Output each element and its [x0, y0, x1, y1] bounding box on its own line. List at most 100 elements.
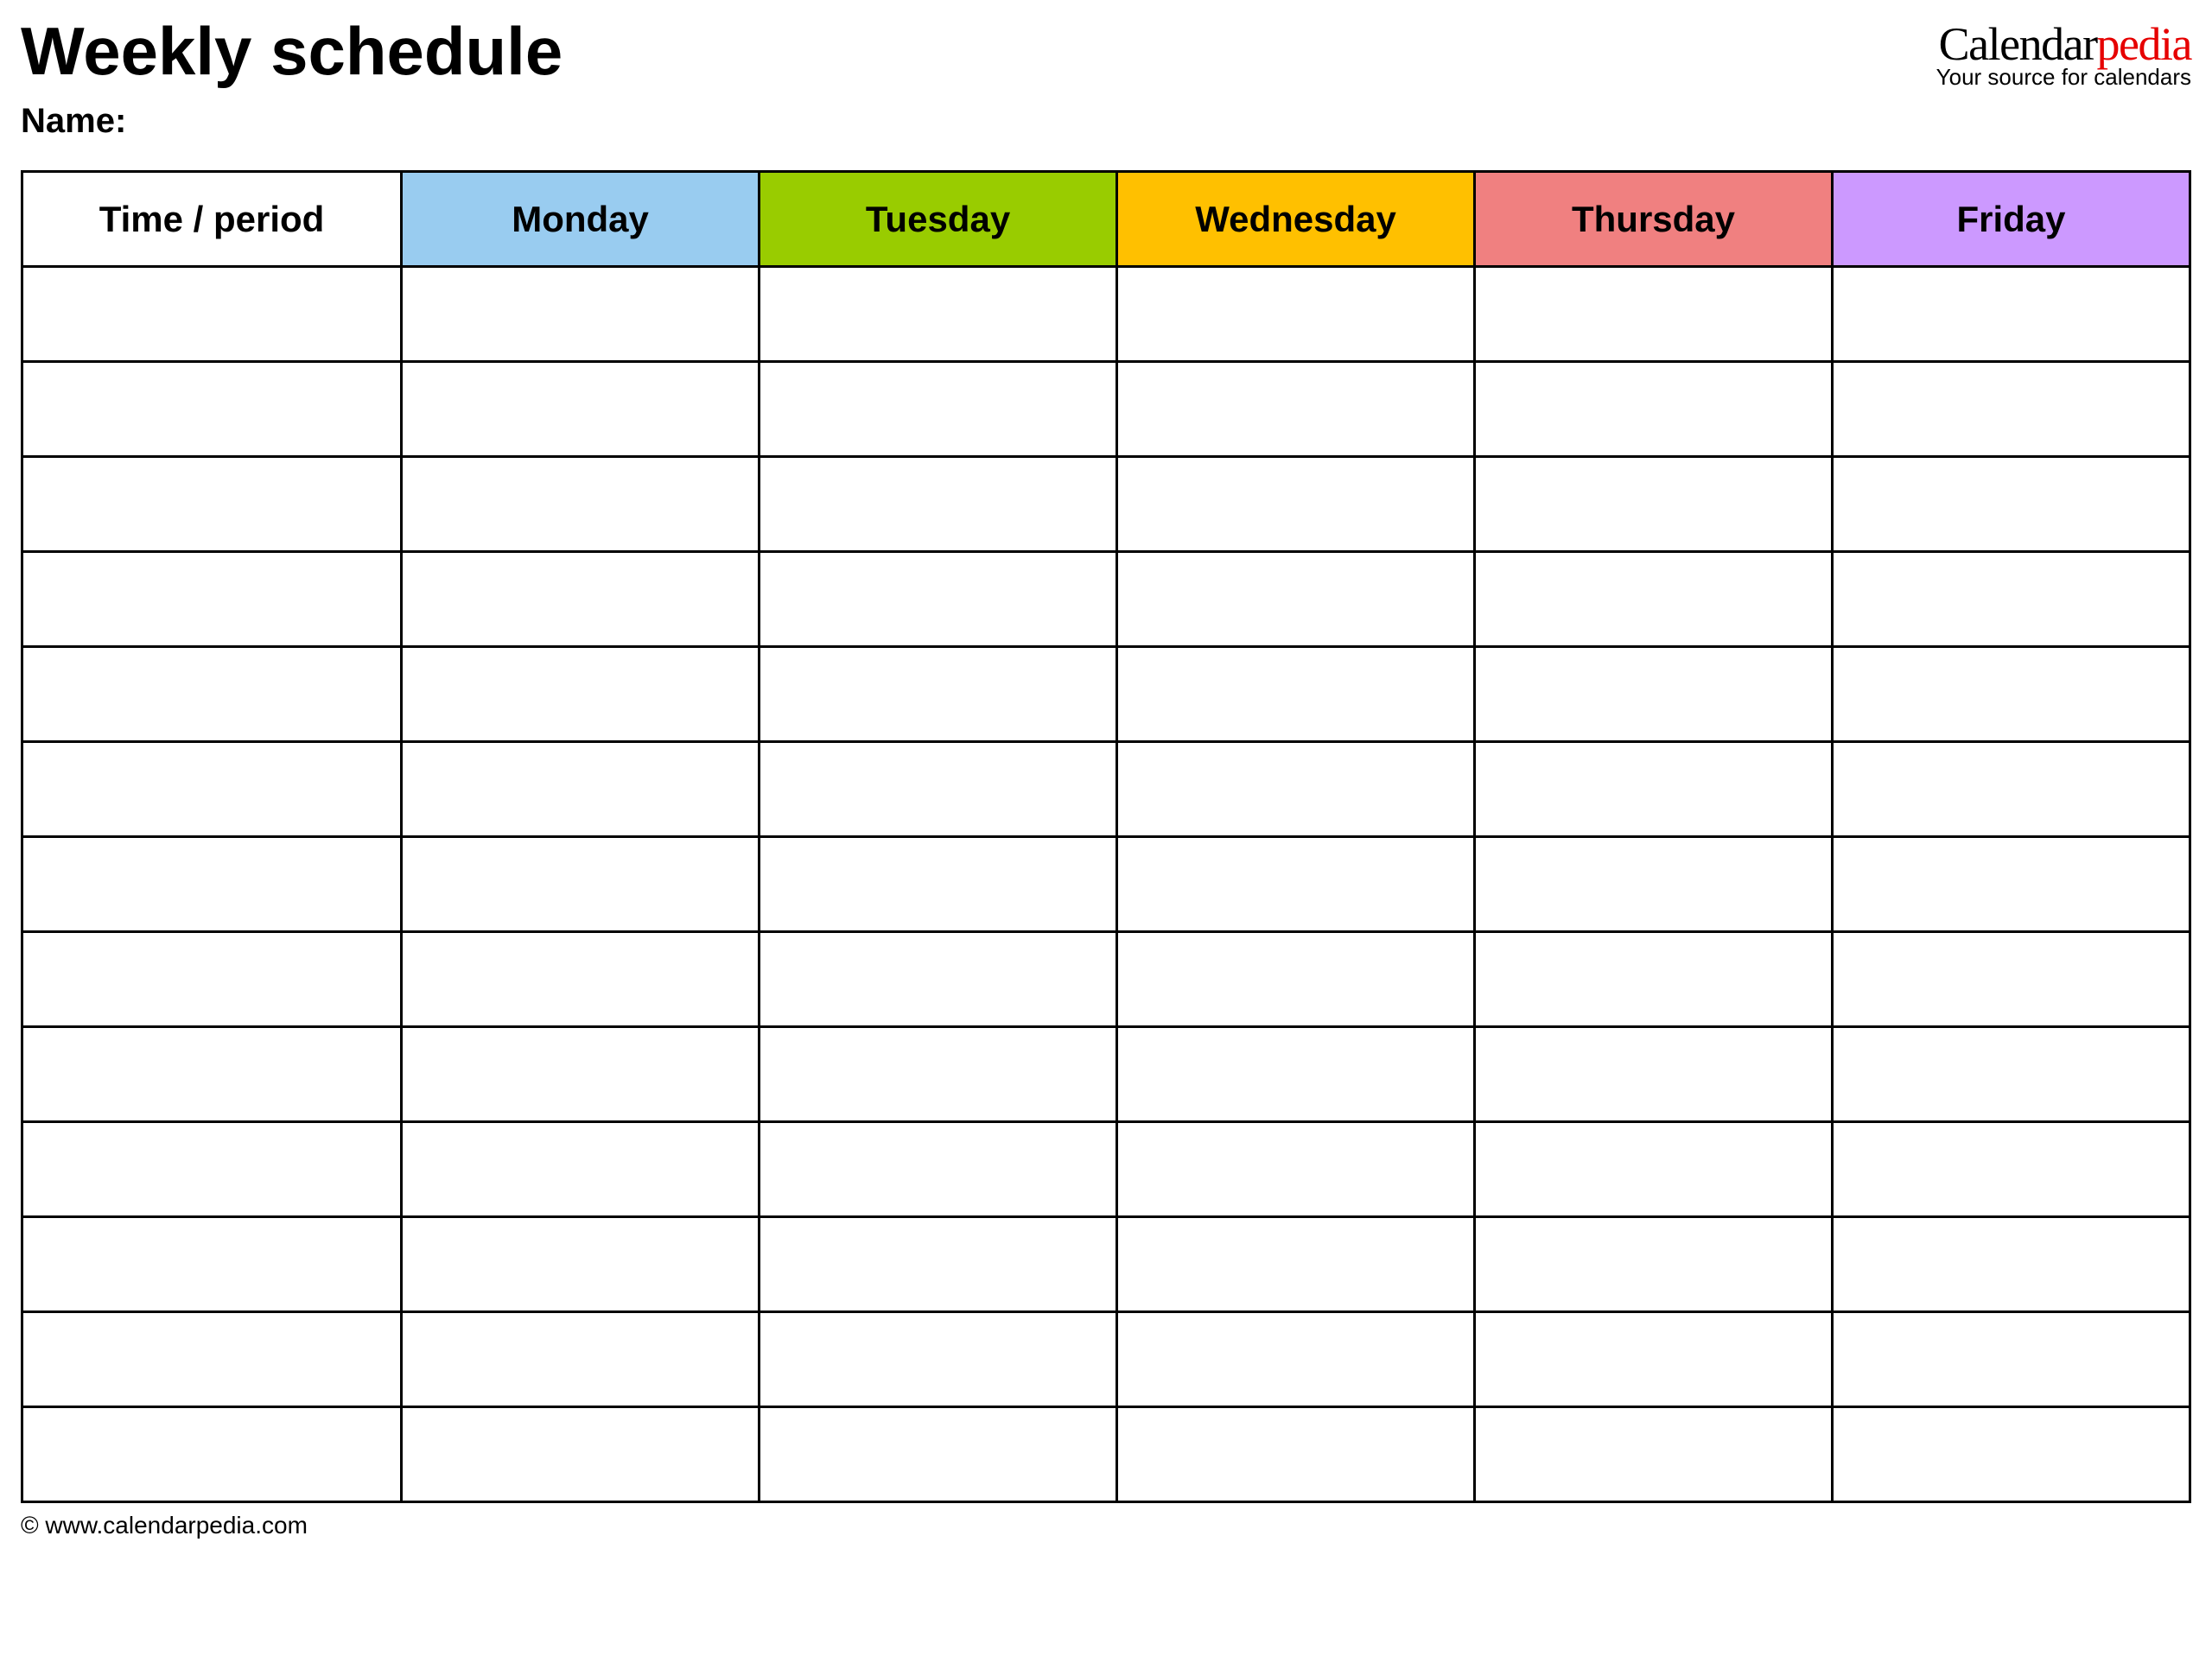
schedule-cell[interactable] [1117, 267, 1475, 362]
schedule-cell[interactable] [402, 457, 760, 552]
time-cell[interactable] [22, 932, 402, 1027]
schedule-cell[interactable] [1833, 932, 2190, 1027]
schedule-cell[interactable] [402, 647, 760, 742]
schedule-cell[interactable] [1475, 1027, 1833, 1122]
schedule-cell[interactable] [402, 1407, 760, 1502]
time-cell[interactable] [22, 1122, 402, 1217]
day-header-friday: Friday [1833, 172, 2190, 267]
time-cell[interactable] [22, 1217, 402, 1312]
day-header-tuesday: Tuesday [760, 172, 1117, 267]
time-cell[interactable] [22, 742, 402, 837]
day-header-monday: Monday [402, 172, 760, 267]
schedule-cell[interactable] [1833, 742, 2190, 837]
time-cell[interactable] [22, 362, 402, 457]
schedule-cell[interactable] [402, 267, 760, 362]
schedule-cell[interactable] [1833, 1407, 2190, 1502]
schedule-cell[interactable] [1833, 552, 2190, 647]
schedule-cell[interactable] [1833, 267, 2190, 362]
schedule-cell[interactable] [402, 1027, 760, 1122]
schedule-cell[interactable] [760, 1217, 1117, 1312]
table-row [22, 267, 2190, 362]
schedule-cell[interactable] [760, 1407, 1117, 1502]
header: Weekly schedule Name: Calendarpedia Your… [21, 17, 2191, 165]
schedule-cell[interactable] [1475, 1217, 1833, 1312]
schedule-cell[interactable] [760, 267, 1117, 362]
schedule-page: Weekly schedule Name: Calendarpedia Your… [21, 17, 2191, 1539]
schedule-cell[interactable] [402, 1217, 760, 1312]
time-cell[interactable] [22, 552, 402, 647]
time-cell[interactable] [22, 457, 402, 552]
schedule-cell[interactable] [402, 932, 760, 1027]
schedule-cell[interactable] [1117, 1217, 1475, 1312]
schedule-cell[interactable] [760, 742, 1117, 837]
schedule-cell[interactable] [1117, 742, 1475, 837]
schedule-cell[interactable] [760, 457, 1117, 552]
page-title: Weekly schedule [21, 17, 1936, 85]
schedule-cell[interactable] [1117, 1407, 1475, 1502]
schedule-cell[interactable] [1475, 932, 1833, 1027]
schedule-cell[interactable] [1117, 1027, 1475, 1122]
schedule-cell[interactable] [1833, 1122, 2190, 1217]
schedule-cell[interactable] [1833, 647, 2190, 742]
table-row [22, 1027, 2190, 1122]
schedule-cell[interactable] [1833, 1027, 2190, 1122]
schedule-cell[interactable] [1475, 267, 1833, 362]
schedule-cell[interactable] [1833, 362, 2190, 457]
time-cell[interactable] [22, 1407, 402, 1502]
schedule-cell[interactable] [760, 1312, 1117, 1407]
schedule-cell[interactable] [760, 1122, 1117, 1217]
schedule-cell[interactable] [1117, 457, 1475, 552]
schedule-cell[interactable] [1475, 362, 1833, 457]
table-row [22, 1407, 2190, 1502]
schedule-cell[interactable] [760, 837, 1117, 932]
header-left: Weekly schedule Name: [21, 17, 1936, 165]
schedule-cell[interactable] [1833, 457, 2190, 552]
schedule-cell[interactable] [1833, 1217, 2190, 1312]
brand-part1: Calendar [1939, 18, 2097, 70]
time-cell[interactable] [22, 267, 402, 362]
schedule-cell[interactable] [1833, 837, 2190, 932]
table-row [22, 932, 2190, 1027]
name-label: Name: [21, 102, 1936, 141]
brand-logo: Calendarpedia Your source for calendars [1936, 17, 2191, 91]
schedule-cell[interactable] [1117, 837, 1475, 932]
schedule-cell[interactable] [1117, 552, 1475, 647]
schedule-cell[interactable] [760, 1027, 1117, 1122]
schedule-cell[interactable] [1117, 362, 1475, 457]
brand-name: Calendarpedia [1936, 21, 2191, 67]
schedule-cell[interactable] [760, 932, 1117, 1027]
schedule-cell[interactable] [760, 362, 1117, 457]
schedule-cell[interactable] [1117, 647, 1475, 742]
schedule-cell[interactable] [1475, 647, 1833, 742]
time-cell[interactable] [22, 647, 402, 742]
schedule-cell[interactable] [1475, 457, 1833, 552]
table-row [22, 742, 2190, 837]
schedule-cell[interactable] [1117, 1312, 1475, 1407]
schedule-cell[interactable] [1117, 1122, 1475, 1217]
schedule-cell[interactable] [1475, 1312, 1833, 1407]
brand-part2: pedia [2097, 18, 2191, 70]
schedule-cell[interactable] [1475, 1407, 1833, 1502]
schedule-cell[interactable] [1475, 1122, 1833, 1217]
schedule-cell[interactable] [760, 552, 1117, 647]
table-row [22, 1122, 2190, 1217]
schedule-cell[interactable] [1475, 552, 1833, 647]
time-cell[interactable] [22, 1312, 402, 1407]
schedule-cell[interactable] [402, 552, 760, 647]
time-cell[interactable] [22, 1027, 402, 1122]
schedule-cell[interactable] [402, 1312, 760, 1407]
schedule-cell[interactable] [402, 1122, 760, 1217]
day-header-wednesday: Wednesday [1117, 172, 1475, 267]
schedule-cell[interactable] [1475, 837, 1833, 932]
schedule-cell[interactable] [760, 647, 1117, 742]
schedule-cell[interactable] [402, 362, 760, 457]
schedule-cell[interactable] [1475, 742, 1833, 837]
schedule-cell[interactable] [1833, 1312, 2190, 1407]
time-cell[interactable] [22, 837, 402, 932]
schedule-cell[interactable] [402, 837, 760, 932]
schedule-cell[interactable] [402, 742, 760, 837]
schedule-cell[interactable] [1117, 932, 1475, 1027]
schedule-body [22, 267, 2190, 1502]
day-header-thursday: Thursday [1475, 172, 1833, 267]
table-row [22, 362, 2190, 457]
